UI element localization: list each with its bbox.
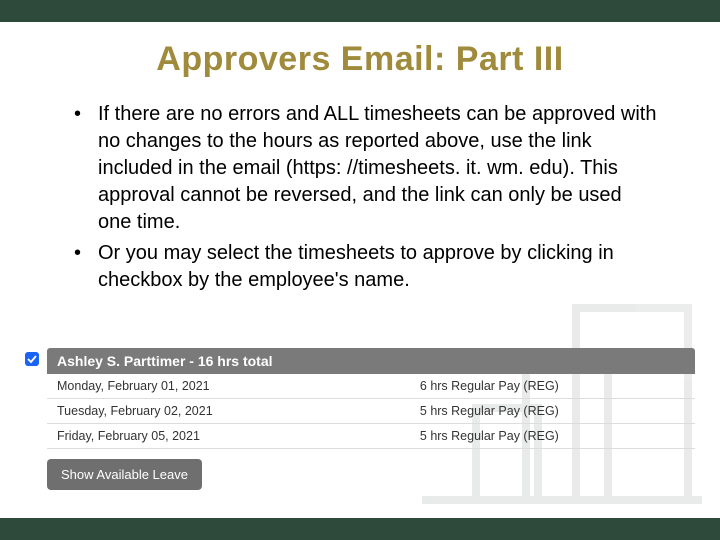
slide-title: Approvers Email: Part III	[0, 40, 720, 79]
table-row: Monday, February 01, 2021 6 hrs Regular …	[47, 374, 695, 399]
employee-checkbox[interactable]	[25, 352, 39, 366]
cell-date: Monday, February 01, 2021	[47, 374, 410, 399]
cell-date: Tuesday, February 02, 2021	[47, 399, 410, 424]
bullet-item: Or you may select the timesheets to appr…	[70, 240, 660, 294]
slide-top-bar	[0, 0, 720, 22]
timesheet-table: Monday, February 01, 2021 6 hrs Regular …	[47, 374, 695, 449]
cell-hours: 5 hrs Regular Pay (REG)	[410, 399, 695, 424]
table-row: Tuesday, February 02, 2021 5 hrs Regular…	[47, 399, 695, 424]
timesheet-screenshot: Ashley S. Parttimer - 16 hrs total Monda…	[25, 348, 695, 490]
bullet-item: If there are no errors and ALL timesheet…	[70, 101, 660, 236]
checkmark-icon	[27, 354, 37, 364]
employee-header: Ashley S. Parttimer - 16 hrs total	[47, 348, 695, 374]
show-available-leave-button[interactable]: Show Available Leave	[47, 459, 202, 490]
cell-hours: 6 hrs Regular Pay (REG)	[410, 374, 695, 399]
slide-bottom-bar	[0, 518, 720, 540]
cell-date: Friday, February 05, 2021	[47, 424, 410, 449]
table-row: Friday, February 05, 2021 5 hrs Regular …	[47, 424, 695, 449]
bullet-list: If there are no errors and ALL timesheet…	[0, 101, 720, 294]
cell-hours: 5 hrs Regular Pay (REG)	[410, 424, 695, 449]
